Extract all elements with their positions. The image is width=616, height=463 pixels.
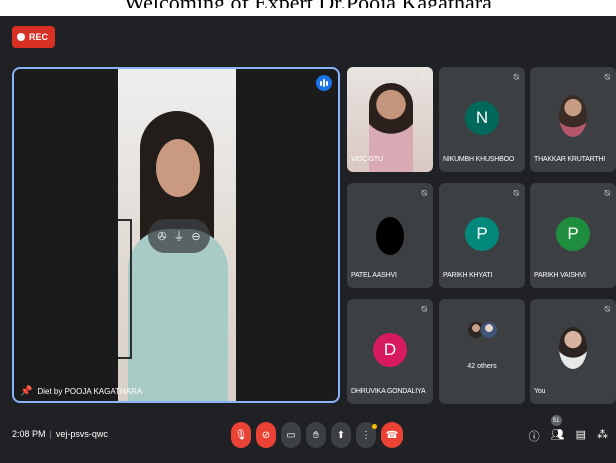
mic-off-icon: ⍉ (421, 72, 427, 82)
clock-time: 2:08 PM (12, 429, 46, 439)
page-caption: Welcoming of Expert Dr.Pooja Kagathara (0, 0, 616, 8)
participant-name: PATEL AASHVI (351, 272, 397, 279)
hover-more-icon[interactable]: ⊖ (191, 230, 200, 243)
mic-off-icon: ⍉ (604, 188, 610, 198)
recording-badge: REC (12, 26, 56, 48)
participant-tile-parikh-vaishvi[interactable]: ⍉ P PARIKH VAISHVI (530, 183, 616, 288)
participant-tile-parikh-khyati[interactable]: ⍉ P PARIKH KHYATI (439, 183, 525, 288)
meet-window: REC ✇ ⏚ ⊖ 📌 Diet by POOJA KAGATHARA ⍉ VI… (0, 16, 616, 463)
participant-tile-dhruvika-gondaliya[interactable]: ⍉ D DHRUVIKA GONDALIYA (347, 299, 433, 404)
more-icon[interactable]: ⋮ (356, 422, 377, 448)
avatar: P (465, 217, 499, 251)
main-speaker-name: Diet by POOJA KAGATHARA (37, 387, 143, 396)
participant-name: PARIKH KHYATI (443, 272, 493, 279)
info-icon[interactable]: ⓘ (529, 428, 540, 444)
pin-icon[interactable]: 📌 (20, 386, 32, 397)
end-call-icon[interactable]: ☎ (381, 422, 403, 448)
participant-tile-vidc-gtu[interactable]: ⍉ VIDC GTU (347, 67, 433, 172)
meeting-code: vej-psvs-qwc (55, 429, 108, 439)
main-speaker-tile[interactable]: ✇ ⏚ ⊖ 📌 Diet by POOJA KAGATHARA (12, 67, 340, 403)
mic-off-icon[interactable]: 🎙︎ (231, 422, 251, 448)
participant-name: THAKKAR KRUTARTHI (534, 156, 606, 163)
avatar (559, 95, 587, 137)
hover-mute-icon[interactable]: ⏚ (173, 228, 184, 244)
mic-off-icon: ⍉ (604, 304, 610, 314)
participants-count: 51 (550, 415, 562, 426)
mic-off-icon: ⍉ (421, 304, 427, 314)
participant-name: PARIKH VAISHVI (534, 272, 586, 279)
participant-tile-patel-aashvi[interactable]: ⍉ PATEL AASHVI (347, 183, 433, 288)
participant-tile-thakkar-krutarthi[interactable]: ⍉ THAKKAR KRUTARTHI (530, 67, 616, 172)
avatar (559, 327, 587, 369)
participant-name: DHRUVIKA GONDALIYA (351, 388, 426, 395)
call-controls: 🎙︎ ⊘ ▭ ✋︎ ⬆ ⋮ ☎ (231, 422, 403, 448)
recording-label: REC (29, 32, 49, 42)
participant-name: You (534, 388, 546, 395)
chat-icon[interactable]: ▤ (576, 428, 586, 444)
mic-off-icon: ⍉ (513, 72, 519, 82)
record-dot-icon (17, 33, 25, 41)
self-tile[interactable]: ⍉ You (530, 299, 616, 404)
bottom-toolbar: 2:08 PM | vej-psvs-qwc 🎙︎ ⊘ ▭ ✋︎ ⬆ ⋮ ☎ ⓘ 5… (0, 415, 616, 456)
others-avatars (439, 321, 525, 339)
speaking-icon (316, 75, 332, 91)
participant-name: VIDC GTU (351, 156, 383, 163)
participant-tile-nikumbh-khushboo[interactable]: ⍉ N NIKUMBH KHUSHBOO (439, 67, 525, 172)
camera-off-icon[interactable]: ⊘ (256, 422, 276, 448)
mic-off-icon: ⍉ (513, 188, 519, 198)
others-count: 42 others (467, 363, 497, 370)
others-tile[interactable]: 42 others (439, 299, 525, 404)
avatar (376, 217, 404, 255)
activities-icon[interactable]: ⁂ (597, 428, 608, 444)
avatar: N (465, 101, 499, 135)
avatar: D (373, 333, 407, 367)
mic-off-icon: ⍉ (421, 188, 427, 198)
participant-name: NIKUMBH KHUSHBOO (443, 156, 515, 163)
present-icon[interactable]: ⬆ (331, 422, 351, 448)
people-icon[interactable]: 👥︎ (551, 429, 565, 441)
raise-hand-icon[interactable]: ✋︎ (306, 422, 326, 448)
mic-off-icon: ⍉ (604, 72, 610, 82)
avatar: P (556, 217, 590, 251)
tile-hover-controls: ✇ ⏚ ⊖ (148, 219, 210, 253)
hover-pin-icon[interactable]: ✇ (157, 230, 166, 243)
captions-icon[interactable]: ▭ (281, 422, 301, 448)
